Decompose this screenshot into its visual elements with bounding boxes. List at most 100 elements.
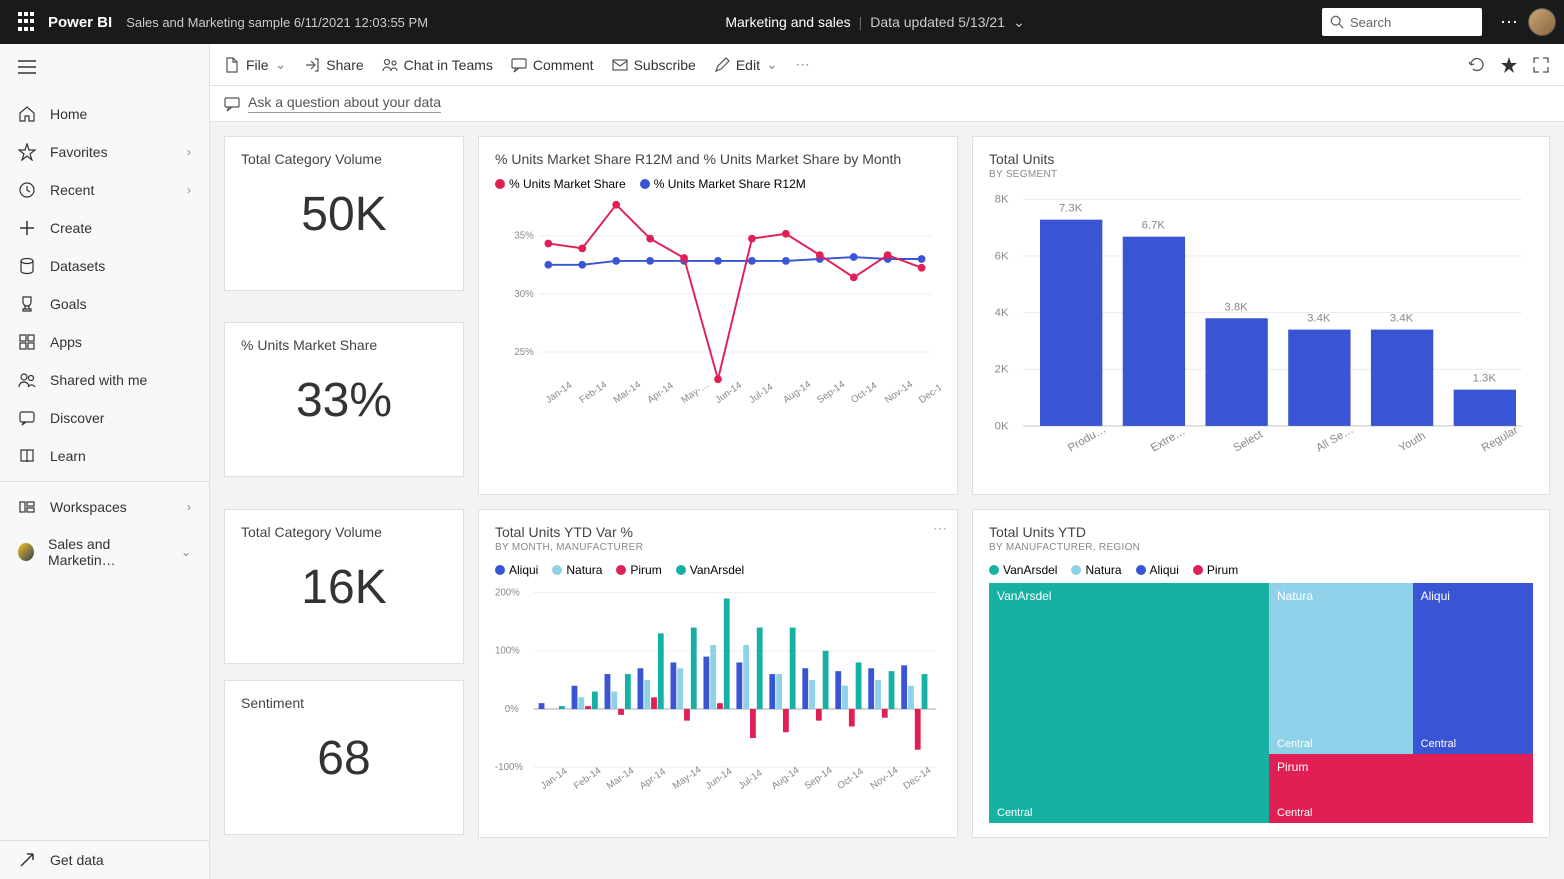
nav-apps[interactable]: Apps bbox=[0, 323, 209, 361]
file-info: Sales and Marketing sample 6/11/2021 12:… bbox=[126, 15, 428, 30]
fullscreen-icon[interactable] bbox=[1532, 56, 1550, 74]
apps-icon bbox=[18, 333, 36, 351]
nav-recent[interactable]: Recent › bbox=[0, 171, 209, 209]
favorite-star-icon[interactable] bbox=[1500, 56, 1518, 74]
bar-chart-segment: 8K6K4K2K0K 7.3K 6.7K 3.8K 3.4K 3.4K 1.3K… bbox=[989, 180, 1533, 475]
svg-text:Feb-14: Feb-14 bbox=[578, 379, 610, 406]
treemap-cell-vanarsdel[interactable]: VanArsdel Central bbox=[989, 583, 1269, 823]
chevron-right-icon: › bbox=[187, 183, 191, 197]
svg-text:-100%: -100% bbox=[495, 762, 523, 773]
treemap-cell-natura[interactable]: Natura Central bbox=[1269, 583, 1413, 754]
workspaces-icon bbox=[18, 498, 36, 516]
svg-text:1.3K: 1.3K bbox=[1473, 373, 1497, 385]
svg-text:Jan-14: Jan-14 bbox=[539, 765, 570, 791]
svg-text:3.4K: 3.4K bbox=[1390, 313, 1414, 325]
dashboard-canvas: Total Category Volume 50K % Units Market… bbox=[210, 122, 1564, 879]
nav-get-data[interactable]: Get data bbox=[0, 841, 209, 879]
nav-home[interactable]: Home bbox=[0, 95, 209, 133]
svg-text:All Se…: All Se… bbox=[1314, 424, 1355, 455]
tb-subscribe[interactable]: Subscribe bbox=[612, 57, 696, 73]
svg-text:May-…: May-… bbox=[679, 379, 711, 406]
nav-goals[interactable]: Goals bbox=[0, 285, 209, 323]
chevron-right-icon: › bbox=[187, 145, 191, 159]
app-launcher-icon[interactable] bbox=[18, 12, 38, 32]
chart-legend: VanArsdel Natura Aliqui Pirum bbox=[989, 563, 1533, 577]
kpi-value: 16K bbox=[241, 560, 447, 615]
treemap: VanArsdel Central Natura Central Aliqui bbox=[989, 583, 1533, 823]
qna-bar[interactable]: Ask a question about your data bbox=[210, 86, 1564, 122]
tb-more[interactable]: ⋯ bbox=[796, 56, 810, 73]
svg-text:6K: 6K bbox=[995, 250, 1009, 262]
kpi-value: 68 bbox=[241, 731, 447, 786]
svg-text:Oct-14: Oct-14 bbox=[849, 380, 880, 406]
header-center[interactable]: Marketing and sales | Data updated 5/13/… bbox=[428, 14, 1322, 31]
star-icon bbox=[18, 143, 36, 161]
treemap-cell-pirum[interactable]: Pirum Central bbox=[1269, 754, 1533, 823]
nav-favorites[interactable]: Favorites › bbox=[0, 133, 209, 171]
app-name: Power BI bbox=[48, 14, 112, 31]
svg-text:7.3K: 7.3K bbox=[1059, 203, 1083, 215]
chevron-right-icon: › bbox=[187, 500, 191, 514]
svg-text:35%: 35% bbox=[514, 231, 534, 242]
global-search[interactable]: Search bbox=[1322, 8, 1482, 36]
svg-text:Jul-14: Jul-14 bbox=[737, 767, 765, 791]
nav-current-workspace[interactable]: Sales and Marketin… ⌄ bbox=[0, 526, 209, 578]
chevron-down-icon[interactable]: ⌄ bbox=[1013, 14, 1025, 31]
tile-total-category-volume-2[interactable]: Total Category Volume 16K bbox=[224, 509, 464, 664]
tb-file[interactable]: File ⌄ bbox=[224, 56, 286, 73]
svg-text:Extre…: Extre… bbox=[1149, 425, 1188, 454]
tile-total-category-volume[interactable]: Total Category Volume 50K bbox=[224, 136, 464, 291]
svg-text:Youth: Youth bbox=[1397, 430, 1428, 455]
tb-comment[interactable]: Comment bbox=[511, 57, 594, 73]
svg-text:2K: 2K bbox=[995, 364, 1009, 376]
svg-text:Feb-14: Feb-14 bbox=[572, 765, 604, 792]
kpi-value: 33% bbox=[241, 373, 447, 428]
svg-text:0%: 0% bbox=[505, 704, 519, 715]
svg-text:Oct-14: Oct-14 bbox=[836, 766, 867, 792]
global-header: Power BI Sales and Marketing sample 6/11… bbox=[0, 0, 1564, 44]
clock-icon bbox=[18, 181, 36, 199]
svg-text:3.8K: 3.8K bbox=[1224, 301, 1248, 313]
nav-shared[interactable]: Shared with me bbox=[0, 361, 209, 399]
tile-sentiment[interactable]: Sentiment 68 bbox=[224, 680, 464, 835]
chat-bubble-icon bbox=[224, 96, 240, 112]
chevron-down-icon: ⌄ bbox=[766, 56, 778, 73]
tb-chat-teams[interactable]: Chat in Teams bbox=[382, 57, 493, 73]
tb-share[interactable]: Share bbox=[304, 57, 363, 73]
tile-market-share-pct[interactable]: % Units Market Share 33% bbox=[224, 322, 464, 477]
tile-total-units-segment[interactable]: Total Units BY SEGMENT 8K6K4K2K0K 7.3K 6… bbox=[972, 136, 1550, 495]
chevron-down-icon: ⌄ bbox=[275, 56, 287, 73]
refresh-icon[interactable] bbox=[1468, 56, 1486, 74]
chat-icon bbox=[18, 409, 36, 427]
share-icon bbox=[304, 57, 320, 73]
svg-text:Sep-14: Sep-14 bbox=[815, 379, 847, 406]
mail-icon bbox=[612, 57, 628, 73]
get-data-icon bbox=[18, 851, 36, 869]
svg-text:6.7K: 6.7K bbox=[1142, 220, 1166, 232]
tile-ytd-var[interactable]: ⋯ Total Units YTD Var % BY MONTH, MANUFA… bbox=[478, 509, 958, 838]
workspace-icon bbox=[18, 543, 34, 561]
svg-text:8K: 8K bbox=[995, 194, 1009, 206]
chart-legend: % Units Market Share % Units Market Shar… bbox=[495, 177, 941, 191]
more-options-icon[interactable]: ⋯ bbox=[1500, 12, 1518, 33]
svg-text:Jan-14: Jan-14 bbox=[544, 380, 575, 406]
teams-icon bbox=[382, 57, 398, 73]
home-icon bbox=[18, 105, 36, 123]
nav-learn[interactable]: Learn bbox=[0, 437, 209, 475]
treemap-cell-aliqui[interactable]: Aliqui Central bbox=[1413, 583, 1533, 754]
tile-market-share-line[interactable]: % Units Market Share R12M and % Units Ma… bbox=[478, 136, 958, 495]
left-nav: Home Favorites › Recent › Create Dataset… bbox=[0, 44, 210, 879]
plus-icon bbox=[18, 219, 36, 237]
tile-more-icon[interactable]: ⋯ bbox=[933, 520, 947, 537]
svg-text:Dec-14: Dec-14 bbox=[902, 764, 934, 791]
user-avatar[interactable] bbox=[1528, 8, 1556, 36]
nav-workspaces[interactable]: Workspaces › bbox=[0, 488, 209, 526]
nav-toggle-icon[interactable] bbox=[0, 44, 209, 95]
tb-edit[interactable]: Edit ⌄ bbox=[714, 56, 778, 73]
nav-create[interactable]: Create bbox=[0, 209, 209, 247]
nav-datasets[interactable]: Datasets bbox=[0, 247, 209, 285]
tile-total-units-ytd-treemap[interactable]: Total Units YTD BY MANUFACTURER, REGION … bbox=[972, 509, 1550, 838]
nav-discover[interactable]: Discover bbox=[0, 399, 209, 437]
svg-text:Aug-14: Aug-14 bbox=[770, 764, 802, 791]
svg-text:Produ…: Produ… bbox=[1066, 423, 1108, 454]
